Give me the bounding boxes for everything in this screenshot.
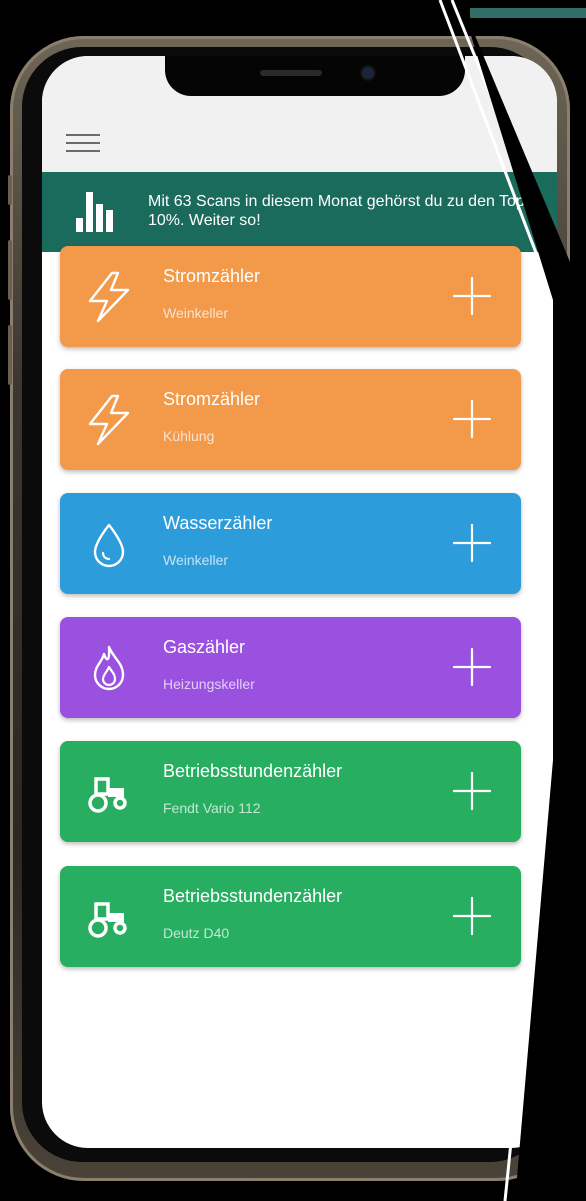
meter-card[interactable]: Betriebsstundenzähler Deutz D40 [60,866,521,967]
meter-location: Weinkeller [163,305,229,321]
lightning-icon [84,270,134,324]
meter-location: Weinkeller [163,552,229,568]
lightning-icon [84,393,134,447]
flame-icon [84,641,134,695]
add-reading-plus-icon[interactable] [452,647,492,687]
front-camera [362,67,374,79]
water-drop-icon [84,517,134,571]
meter-title: Betriebsstundenzähler [163,761,343,781]
tractor-icon [84,890,134,944]
speaker-grille [260,70,322,76]
device-mockup: Mit 63 Scans in diesem Monat gehörst du … [0,0,586,1201]
banner-message: Mit 63 Scans in diesem Monat gehörst du … [148,193,525,229]
add-reading-plus-icon[interactable] [452,896,492,936]
meter-title: Stromzähler [163,266,261,286]
side-button-volume-down [8,325,12,385]
app-screen: Mit 63 Scans in diesem Monat gehörst du … [42,56,557,1148]
add-reading-plus-icon[interactable] [452,523,492,563]
meter-title: Betriebsstundenzähler [163,886,343,906]
meter-card[interactable]: Betriebsstundenzähler Fendt Vario 112 [60,741,521,842]
add-reading-plus-icon[interactable] [452,771,492,811]
app-bar [42,56,557,172]
stats-banner: Mit 63 Scans in diesem Monat gehörst du … [42,172,557,252]
meter-card[interactable]: Stromzähler Weinkeller [60,246,521,347]
meter-title: Wasserzähler [163,513,273,533]
bar-chart-icon [76,192,113,232]
hamburger-menu-icon[interactable] [66,134,100,158]
meter-location: Fendt Vario 112 [163,800,261,816]
meter-card[interactable]: Stromzähler Kühlung [60,369,521,470]
meter-card[interactable]: Wasserzähler Weinkeller [60,493,521,594]
meter-location: Deutz D40 [163,925,230,941]
add-reading-plus-icon[interactable] [452,399,492,439]
tractor-icon [84,765,134,819]
accent-strip [470,8,586,18]
meter-title: Stromzähler [163,389,261,409]
meter-location: Heizungskeller [163,676,255,692]
meter-title: Gaszähler [163,637,246,657]
phone-notch [165,56,465,96]
add-reading-plus-icon[interactable] [452,276,492,316]
meter-card[interactable]: Gaszähler Heizungskeller [60,617,521,718]
side-button-silent [8,175,12,205]
meter-location: Kühlung [163,428,215,444]
side-button-volume-up [8,240,12,300]
